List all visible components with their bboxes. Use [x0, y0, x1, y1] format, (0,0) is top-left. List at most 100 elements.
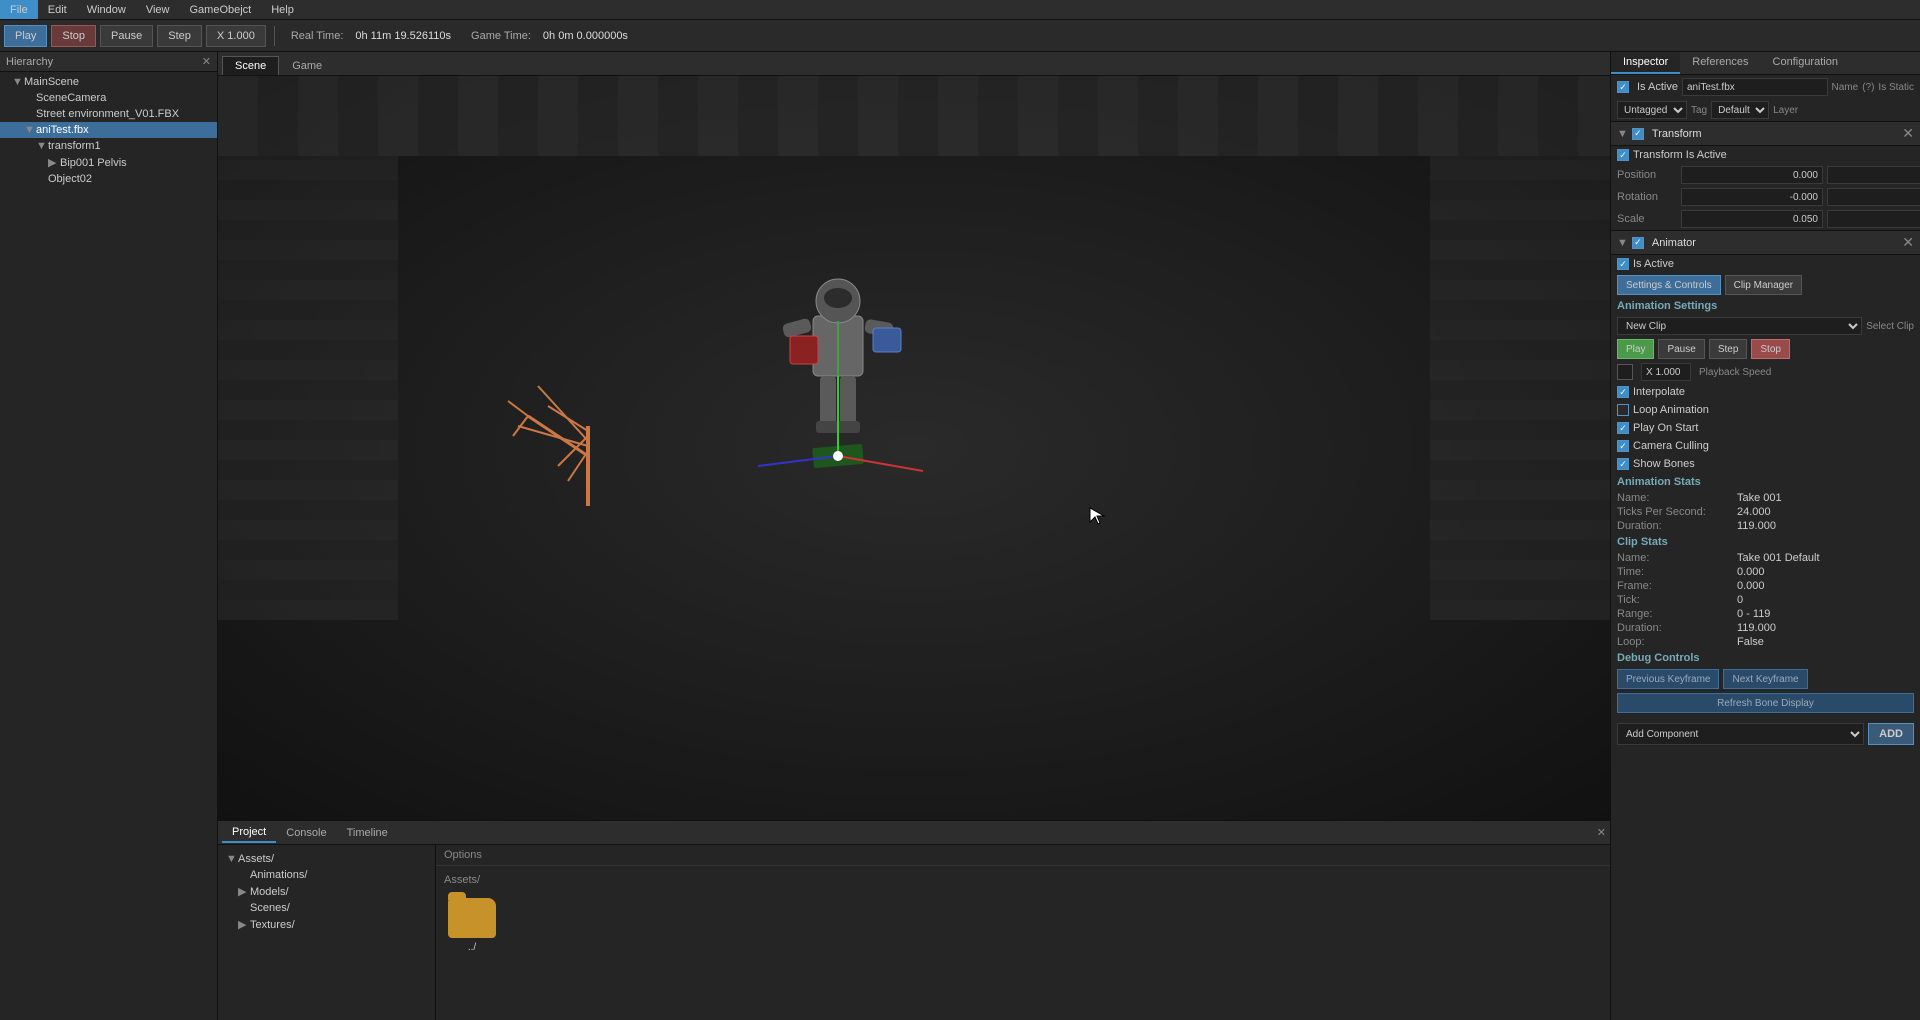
tab-timeline[interactable]: Timeline — [337, 824, 398, 842]
is-active-checkbox[interactable] — [1617, 81, 1629, 93]
anim-pause-button[interactable]: Pause — [1658, 339, 1704, 359]
scale-label: Scale — [1617, 213, 1677, 225]
animator-active-checkbox[interactable] — [1632, 237, 1644, 249]
hierarchy-close[interactable]: ✕ — [202, 55, 211, 68]
tab-inspector[interactable]: Inspector — [1611, 52, 1680, 74]
animator-title: Animator — [1652, 237, 1696, 249]
clip-range-val: 0 - 119 — [1737, 608, 1770, 620]
real-time-value: 0h 11m 19.526110s — [355, 30, 451, 42]
rot-x-field[interactable] — [1681, 188, 1823, 206]
play-on-start-cb[interactable] — [1617, 422, 1629, 434]
scl-y-field[interactable] — [1827, 210, 1920, 228]
menu-file[interactable]: File — [0, 0, 38, 19]
object-name-field[interactable] — [1682, 78, 1828, 96]
menu-gameobject[interactable]: GameObejct — [179, 0, 261, 19]
bottom-content: ▼ Assets/ Animations/ ▶ Models/ — [218, 845, 1610, 1020]
camera-culling-cb[interactable] — [1617, 440, 1629, 452]
next-keyframe-button[interactable]: Next Keyframe — [1723, 669, 1807, 689]
clip-tick-val: 0 — [1737, 594, 1743, 606]
play-button[interactable]: Play — [4, 25, 47, 47]
position-label: Position — [1617, 169, 1677, 181]
transform-is-active-cb[interactable] — [1617, 149, 1629, 161]
tree-label-mainscene: MainScene — [24, 76, 79, 88]
add-component-select[interactable]: Add Component — [1617, 723, 1864, 745]
layer-select[interactable]: Default — [1711, 101, 1769, 119]
speed-button[interactable]: X 1.000 — [206, 25, 266, 47]
add-component-button[interactable]: ADD — [1868, 723, 1914, 745]
scale-row: Scale S — [1611, 208, 1920, 230]
menu-window[interactable]: Window — [77, 0, 136, 19]
tree-arrow-mainscene: ▼ — [12, 76, 24, 88]
folder-icon — [448, 898, 496, 938]
tab-references[interactable]: References — [1680, 52, 1760, 74]
tab-configuration[interactable]: Configuration — [1761, 52, 1850, 74]
prev-keyframe-button[interactable]: Previous Keyframe — [1617, 669, 1719, 689]
pos-y-field[interactable] — [1827, 166, 1920, 184]
clip-time-row: Time: 0.000 — [1611, 565, 1920, 579]
menu-help[interactable]: Help — [261, 0, 304, 19]
interpolate-cb[interactable] — [1617, 386, 1629, 398]
settings-controls-tab[interactable]: Settings & Controls — [1617, 275, 1721, 295]
stats-tps-key: Ticks Per Second: — [1617, 506, 1737, 518]
debug-controls-row: Previous Keyframe Next Keyframe — [1611, 667, 1920, 691]
anim-step-button[interactable]: Step — [1709, 339, 1748, 359]
tree-item-bip001[interactable]: ▶ Bip001 Pelvis — [0, 154, 217, 171]
tree-item-anitest[interactable]: ▼ aniTest.fbx — [0, 122, 217, 138]
tree-item-transform1[interactable]: ▼ transform1 — [0, 138, 217, 154]
tag-label: Tag — [1691, 105, 1707, 116]
stats-duration-val: 119.000 — [1737, 520, 1776, 532]
tab-console[interactable]: Console — [276, 824, 336, 842]
tree-animations[interactable]: Animations/ — [222, 867, 431, 883]
anim-play-button[interactable]: Play — [1617, 339, 1654, 359]
transform-close[interactable]: ✕ — [1902, 125, 1914, 142]
loop-animation-cb[interactable] — [1617, 404, 1629, 416]
tree-item-street[interactable]: Street environment_V01.FBX — [0, 106, 217, 122]
hierarchy-tree: ▼ MainScene SceneCamera Street environme… — [0, 72, 217, 1020]
tree-item-scenecamera[interactable]: SceneCamera — [0, 90, 217, 106]
clip-manager-tab[interactable]: Clip Manager — [1725, 275, 1802, 295]
tree-assets-root[interactable]: ▼ Assets/ Animations/ ▶ Models/ — [222, 849, 431, 935]
animator-is-active-row: Is Active — [1611, 255, 1920, 273]
transform-active-checkbox[interactable] — [1632, 128, 1644, 140]
loop-animation-label: Loop Animation — [1633, 404, 1709, 416]
stop-button[interactable]: Stop — [51, 25, 96, 47]
main-layout: Hierarchy ✕ ▼ MainScene SceneCamera Stre… — [0, 52, 1920, 1020]
pause-button[interactable]: Pause — [100, 25, 153, 47]
scene-tabs: Scene Game — [218, 52, 1610, 76]
rot-y-field[interactable] — [1827, 188, 1920, 206]
game-time-value: 0h 0m 0.000000s — [543, 30, 628, 42]
playback-controls-row: Play Pause Step Stop — [1611, 337, 1920, 361]
tree-scenes[interactable]: Scenes/ — [222, 900, 431, 916]
playback-speed-field[interactable] — [1641, 363, 1691, 381]
anim-stop-button[interactable]: Stop — [1751, 339, 1790, 359]
tab-game[interactable]: Game — [279, 56, 335, 75]
step-button[interactable]: Step — [157, 25, 202, 47]
animator-is-active-cb[interactable] — [1617, 258, 1629, 270]
new-clip-select[interactable]: New Clip — [1617, 317, 1862, 335]
show-bones-cb[interactable] — [1617, 458, 1629, 470]
refresh-bone-button[interactable]: Refresh Bone Display — [1617, 693, 1914, 713]
bottom-close[interactable]: ✕ — [1597, 826, 1606, 839]
tree-models[interactable]: ▶ Models/ — [222, 883, 431, 900]
animator-close[interactable]: ✕ — [1902, 234, 1914, 251]
clip-name-row: Name: Take 001 Default — [1611, 551, 1920, 565]
tree-item-object02[interactable]: Object02 — [0, 171, 217, 187]
tree-textures[interactable]: ▶ Textures/ — [222, 916, 431, 933]
clip-frame-val: 0.000 — [1737, 580, 1765, 592]
scl-x-field[interactable] — [1681, 210, 1823, 228]
menu-view[interactable]: View — [136, 0, 180, 19]
scene-viewport[interactable] — [218, 76, 1610, 820]
tab-scene[interactable]: Scene — [222, 56, 279, 75]
tag-select[interactable]: Untagged — [1617, 101, 1687, 119]
pos-x-field[interactable] — [1681, 166, 1823, 184]
select-clip-label: Select Clip — [1866, 321, 1914, 332]
menu-edit[interactable]: Edit — [38, 0, 77, 19]
asset-folder-parent[interactable]: ../ — [444, 894, 500, 957]
tree-label-object02: Object02 — [48, 173, 92, 185]
tab-project[interactable]: Project — [222, 823, 276, 843]
inspector-tabs: Inspector References Configuration — [1611, 52, 1920, 75]
clip-duration-key: Duration: — [1617, 622, 1737, 634]
tree-arrow-anitest: ▼ — [24, 124, 36, 136]
tree-item-mainscene[interactable]: ▼ MainScene — [0, 74, 217, 90]
clip-duration-val: 119.000 — [1737, 622, 1776, 634]
